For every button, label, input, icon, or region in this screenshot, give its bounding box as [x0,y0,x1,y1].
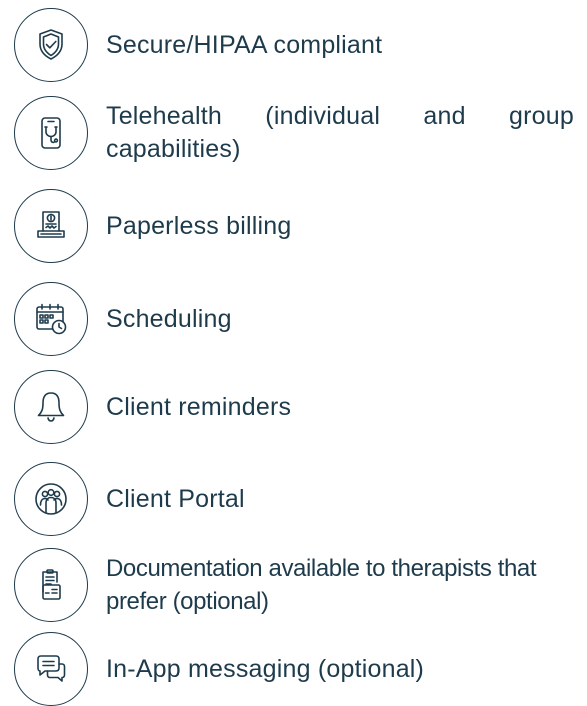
feature-item-messaging: In-App messaging (optional) [14,632,580,706]
feature-label: Secure/HIPAA compliant [106,30,383,59]
feature-label: Client Portal [106,484,245,513]
feature-item-telehealth: Telehealth (individual and group capabil… [14,96,580,170]
feature-item-billing: Paperless billing [14,189,580,263]
feature-label: Paperless billing [106,211,292,240]
bill-receipt-icon [14,189,88,263]
feature-item-portal: Client Portal [14,462,580,536]
feature-label: Scheduling [106,304,232,333]
bell-icon [14,370,88,444]
feature-label: Telehealth (individual and group capabil… [106,102,574,163]
calendar-clock-icon [14,282,88,356]
feature-item-documentation: Documentation available to therapists th… [14,548,580,622]
feature-item-reminders: Client reminders [14,370,580,444]
shield-check-icon [14,8,88,82]
feature-label: Client reminders [106,392,292,421]
mobile-stethoscope-icon [14,96,88,170]
feature-item-scheduling: Scheduling [14,282,580,356]
feature-label: In-App messaging (optional) [106,654,425,683]
chat-bubbles-icon [14,632,88,706]
clipboard-document-icon [14,548,88,622]
feature-item-secure: Secure/HIPAA compliant [14,8,580,82]
user-group-icon [14,462,88,536]
feature-label: Documentation available to therapists th… [106,555,537,615]
